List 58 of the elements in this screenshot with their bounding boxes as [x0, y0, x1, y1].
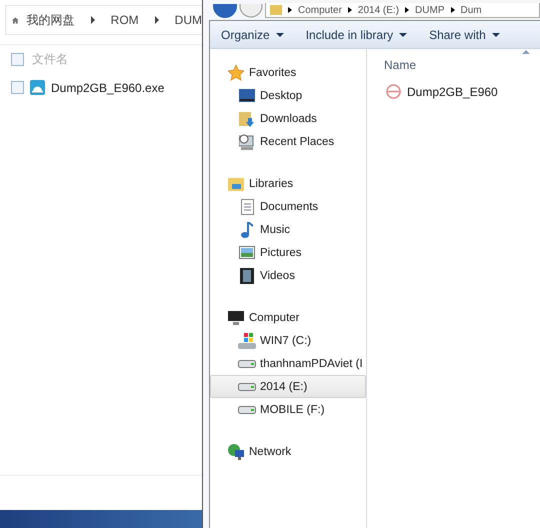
nav-item[interactable]: thanhnamPDAviet (I — [210, 352, 366, 375]
blocked-file-icon — [386, 84, 401, 99]
nav-group[interactable]: Favorites — [210, 61, 366, 84]
music-note-icon — [241, 222, 253, 238]
address-segment[interactable]: 2014 (E:) — [358, 4, 400, 16]
recent-places-icon — [239, 134, 255, 150]
file-name[interactable]: Dump2GB_E960 — [407, 84, 498, 98]
nav-item[interactable]: 2014 (E:) — [210, 375, 366, 398]
globe-monitor-icon — [228, 444, 244, 460]
nav-group[interactable]: Computer — [210, 306, 366, 329]
nav-item[interactable]: Documents — [210, 195, 366, 218]
back-button-icon[interactable] — [213, 4, 237, 18]
address-segment[interactable]: Dum — [460, 4, 482, 16]
nav-group[interactable]: Libraries — [210, 172, 366, 195]
folder-icon — [270, 5, 282, 15]
breadcrumb-item[interactable]: DUM — [174, 13, 202, 27]
installer-icon — [30, 80, 45, 95]
library-folder-icon — [228, 176, 244, 190]
nav-item[interactable]: Videos — [210, 264, 366, 287]
nav-item[interactable]: Desktop — [210, 84, 366, 107]
picture-icon — [239, 246, 255, 259]
windows-drive-icon — [238, 332, 256, 348]
address-segment[interactable]: Computer — [298, 4, 342, 16]
separator-arrow-icon — [405, 7, 410, 13]
separator-arrow-icon — [348, 7, 352, 13]
file-checkbox[interactable] — [11, 81, 24, 94]
sort-arrow-icon — [522, 50, 530, 54]
column-header[interactable]: Name — [384, 58, 416, 72]
desktop-icon — [239, 89, 255, 102]
film-strip-icon — [240, 268, 254, 284]
forward-button-icon[interactable] — [239, 4, 263, 18]
nav-item[interactable]: WIN7 (C:) — [210, 329, 366, 352]
drive-icon — [238, 360, 256, 368]
nav-item[interactable]: Music — [210, 218, 366, 241]
drive-icon — [238, 406, 256, 414]
drive-icon — [238, 382, 256, 390]
address-bar[interactable]: Computer 2014 (E:) DUMP Dum — [265, 3, 540, 18]
toolbar-menu-button[interactable]: Organize — [214, 24, 291, 44]
computer-icon — [228, 310, 244, 324]
file-name[interactable]: Dump2GB_E960.exe — [51, 80, 164, 94]
toolbar-menu-button[interactable]: Include in library — [298, 24, 414, 44]
nav-item[interactable]: Downloads — [210, 107, 366, 130]
nav-item[interactable]: Recent Places — [210, 130, 366, 153]
download-folder-icon — [239, 110, 255, 126]
nav-item[interactable]: MOBILE (F:) — [210, 398, 366, 421]
separator-arrow-icon — [450, 7, 454, 13]
separator-arrow-icon — [154, 16, 159, 24]
separator-arrow-icon — [288, 7, 292, 13]
star-icon — [228, 64, 244, 80]
select-all-checkbox[interactable] — [11, 53, 24, 66]
toolbar-menu-button[interactable]: Share with — [422, 24, 507, 44]
separator-arrow-icon — [90, 16, 95, 24]
breadcrumb-item[interactable]: 我的网盘 — [26, 12, 75, 28]
address-segment[interactable]: DUMP — [415, 4, 444, 16]
document-icon — [240, 198, 254, 214]
breadcrumb-item[interactable]: ROM — [110, 13, 139, 27]
nav-group[interactable]: Network — [210, 440, 366, 463]
nav-item[interactable]: Pictures — [210, 241, 366, 264]
